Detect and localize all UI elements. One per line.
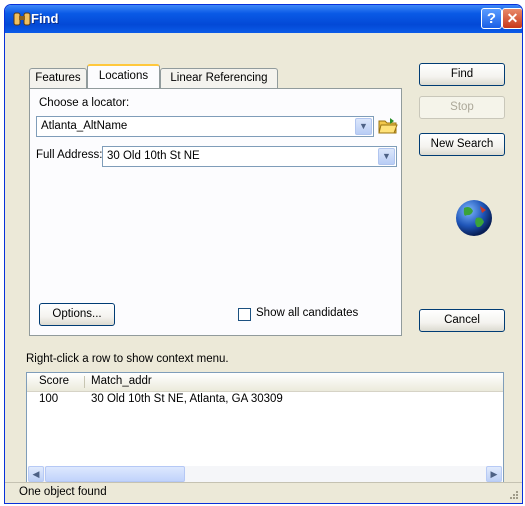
status-bar: One object found [5,482,522,503]
scroll-right-icon[interactable]: ▶ [486,466,502,482]
show-all-candidates-label: Show all candidates [256,307,359,319]
stop-button[interactable]: Stop [419,96,505,119]
row-match-addr: 30 Old 10th St NE, Atlanta, GA 30309 [91,393,283,405]
options-button[interactable]: Options... [39,303,115,326]
resize-grip-icon[interactable] [509,490,519,500]
title-bar[interactable]: Find ? ✕ [5,5,522,33]
context-menu-hint: Right-click a row to show context menu. [26,353,229,365]
globe-icon [456,200,492,236]
full-address-value: 30 Old 10th St NE [107,150,200,162]
close-icon[interactable]: ✕ [502,8,522,29]
cancel-button[interactable]: Cancel [419,309,505,332]
locator-value: Atlanta_AltName [41,120,128,132]
chevron-down-icon[interactable]: ▼ [355,118,372,135]
results-header: Score Match_addr [27,373,503,392]
scroll-thumb[interactable] [45,466,185,482]
tab-locations[interactable]: Locations [87,64,160,88]
column-match-addr[interactable]: Match_addr [91,375,152,387]
window-title: Find [31,11,59,26]
status-text: One object found [19,486,107,498]
locations-tab-panel: Choose a locator: Atlanta_AltName ▼ Full… [29,88,402,336]
find-button[interactable]: Find [419,63,505,86]
full-address-combobox[interactable]: 30 Old 10th St NE ▼ [102,146,397,167]
scroll-left-icon[interactable]: ◀ [28,466,44,482]
find-dialog: Find ? ✕ Features Locations Linear Refer… [4,4,523,504]
locator-combobox[interactable]: Atlanta_AltName ▼ [36,116,374,137]
new-search-button[interactable]: New Search [419,133,505,156]
open-folder-icon[interactable] [378,117,398,135]
horizontal-scrollbar[interactable]: ◀ ▶ [28,466,502,482]
tab-features[interactable]: Features [29,68,87,88]
show-all-candidates-checkbox[interactable] [238,308,251,321]
binoculars-icon [13,12,31,26]
results-list[interactable]: Score Match_addr 100 30 Old 10th St NE, … [26,372,504,484]
full-address-label: Full Address: [36,149,103,161]
locator-label: Choose a locator: [39,97,130,109]
help-icon[interactable]: ? [481,8,502,29]
tab-linear-referencing[interactable]: Linear Referencing [160,68,278,88]
row-score: 100 [39,393,59,405]
chevron-down-icon[interactable]: ▼ [378,148,395,165]
column-score[interactable]: Score [39,375,69,387]
